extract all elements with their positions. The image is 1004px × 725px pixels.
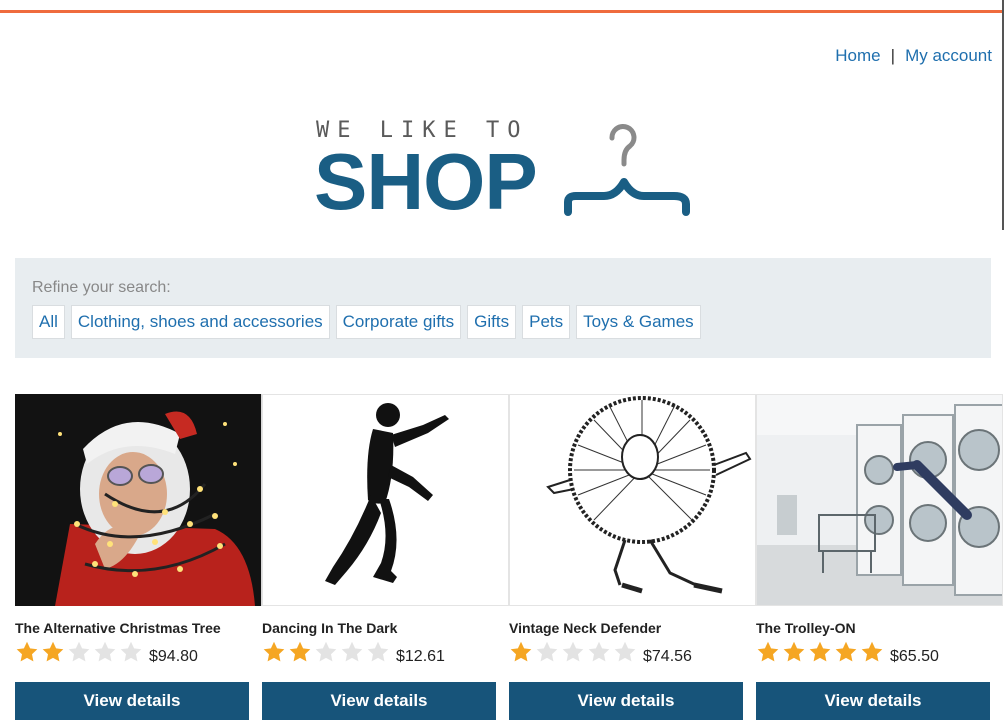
my-account-link[interactable]: My account [905,46,992,65]
star-filled-icon [263,641,285,662]
filter-clothing[interactable]: Clothing, shoes and accessories [70,305,330,339]
star-empty-icon [94,641,116,662]
filter-pets[interactable]: Pets [522,305,571,339]
product-name[interactable]: Vintage Neck Defender [509,620,661,636]
star-empty-icon [120,641,142,662]
top-nav: Home | My account [835,46,992,66]
star-empty-icon [536,641,558,662]
star-empty-icon [315,641,337,662]
home-link[interactable]: Home [835,46,880,65]
site-logo[interactable]: WE LIKE TO SHOP [314,116,694,226]
star-empty-icon [614,641,636,662]
view-details-button[interactable]: View details [262,682,496,720]
product-price: $74.56 [643,648,692,665]
star-filled-icon [835,641,857,662]
star-filled-icon [289,641,311,662]
logo-wordmark: SHOP [314,137,538,226]
product-name[interactable]: Dancing In The Dark [262,620,397,636]
refine-label: Refine your search: [32,279,171,296]
rating-stars [756,640,884,664]
product-price: $12.61 [396,648,445,665]
product-image-christmas-tree[interactable] [15,394,262,606]
refine-search-panel: Refine your search: All Clothing, shoes … [15,258,991,358]
nav-separator: | [890,46,896,65]
product-image-trolley-on[interactable] [756,394,1003,606]
star-empty-icon [588,641,610,662]
product-price: $94.80 [149,648,198,665]
star-empty-icon [367,641,389,662]
hanger-icon [564,124,690,216]
star-filled-icon [861,641,883,662]
rating-stars [509,640,637,664]
rating-stars [15,640,143,664]
filter-all[interactable]: All [32,305,65,339]
category-filters: All Clothing, shoes and accessories Corp… [32,305,701,339]
product-name[interactable]: The Alternative Christmas Tree [15,620,221,636]
star-filled-icon [16,641,38,662]
star-filled-icon [510,641,532,662]
filter-toys-games[interactable]: Toys & Games [576,305,701,339]
star-empty-icon [341,641,363,662]
filter-gifts[interactable]: Gifts [467,305,517,339]
rating-stars [262,640,390,664]
product-image-dancing-in-the-dark[interactable] [262,394,509,606]
star-empty-icon [562,641,584,662]
filter-corporate-gifts[interactable]: Corporate gifts [335,305,462,339]
product-name[interactable]: The Trolley-ON [756,620,856,636]
view-details-button[interactable]: View details [509,682,743,720]
top-accent-bar [0,10,1004,13]
star-filled-icon [42,641,64,662]
view-details-button[interactable]: View details [15,682,249,720]
star-filled-icon [809,641,831,662]
product-price: $65.50 [890,648,939,665]
star-filled-icon [783,641,805,662]
product-grid: The Alternative Christmas Tree $94.80 Vi… [15,394,1004,725]
star-filled-icon [757,641,779,662]
product-image-vintage-neck-defender[interactable] [509,394,756,606]
view-details-button[interactable]: View details [756,682,990,720]
star-empty-icon [68,641,90,662]
